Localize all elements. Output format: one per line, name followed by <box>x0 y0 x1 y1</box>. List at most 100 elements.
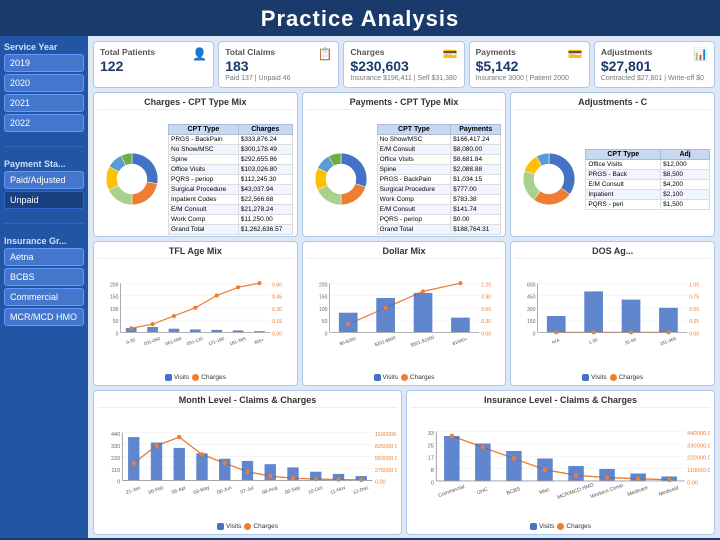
svg-text:33: 33 <box>428 431 434 437</box>
svg-text:Medicare: Medicare <box>627 485 649 498</box>
chart-title-2: Adjustments - C <box>515 97 710 110</box>
sidebar-year-2021[interactable]: 2021 <box>4 94 84 112</box>
svg-text:150: 150 <box>110 295 119 301</box>
svg-text:181-365: 181-365 <box>659 336 677 347</box>
chart-bar-0: TFL Age Mix 0-30031-060061-090091-120121… <box>93 241 298 386</box>
svg-text:12-Dec: 12-Dec <box>352 485 370 496</box>
svg-text:Commercial: Commercial <box>438 484 466 499</box>
svg-text:365+: 365+ <box>253 337 265 345</box>
svg-text:0: 0 <box>116 331 119 337</box>
svg-text:0.00: 0.00 <box>690 331 700 337</box>
legend-item: Visits <box>165 374 189 381</box>
donut-table-0: CPT TypeChargesPRGS - BackPain$333,876.2… <box>168 124 293 235</box>
svg-text:0: 0 <box>117 480 120 486</box>
sidebar-unpaid[interactable]: Unpaid <box>4 191 84 209</box>
chart-body-r2-2: N/A1-3031-60181-36501503004506000.000.25… <box>515 261 710 372</box>
svg-text:06-Apr: 06-Apr <box>171 485 187 496</box>
svg-text:50: 50 <box>321 319 327 325</box>
insurance-section: Insurance Gr... Aetna BCBS Commercial MC… <box>4 236 84 328</box>
kpi-value-4: $27,801 <box>601 58 708 74</box>
kpi-sub-4: Contracted $27,801 | Write-off $0 <box>601 75 708 82</box>
svg-text:0.30: 0.30 <box>272 307 282 313</box>
svg-text:UHC: UHC <box>476 487 489 497</box>
svg-text:Workers Comp: Workers Comp <box>590 483 624 500</box>
kpi-value-2: $230,603 <box>350 58 457 74</box>
svg-text:Misc: Misc <box>539 487 551 496</box>
svg-text:100: 100 <box>110 307 119 313</box>
sidebar: Service Year 2019 2020 2021 2022 Payment… <box>0 36 88 538</box>
kpi-value-1: 183 <box>225 58 332 74</box>
svg-text:0: 0 <box>431 480 434 486</box>
legend-item: Charges <box>401 374 435 381</box>
kpi-value-3: $5,142 <box>476 58 583 74</box>
svg-text:$201-$500: $201-$500 <box>374 335 397 347</box>
sidebar-ins-bcbs[interactable]: BCBS <box>4 268 84 286</box>
sidebar-year-2019[interactable]: 2019 <box>4 54 84 72</box>
kpi-value-0: 122 <box>100 58 207 74</box>
svg-text:0.00: 0.00 <box>481 331 491 337</box>
svg-text:825000.00: 825000.00 <box>375 444 397 450</box>
svg-text:0.00: 0.00 <box>687 480 698 486</box>
sidebar-year-2020[interactable]: 2020 <box>4 74 84 92</box>
legend-item: Charges <box>610 374 644 381</box>
donut-svg-2 <box>515 145 585 215</box>
svg-text:31-60: 31-60 <box>624 337 637 346</box>
chart-donut-2: Adjustments - C CPT TypeAdjOffice Visits… <box>510 92 715 237</box>
donut-table-2: CPT TypeAdjOffice Visits$12,000PRGS - Ba… <box>585 149 710 210</box>
charts-row-1: Charges - CPT Type Mix CPT TypeChargesPR… <box>93 92 715 237</box>
chart-body-2: CPT TypeAdjOffice Visits$12,000PRGS - Ba… <box>515 112 710 237</box>
sidebar-year-2022[interactable]: 2022 <box>4 114 84 132</box>
svg-text:0: 0 <box>533 331 536 337</box>
svg-text:220: 220 <box>111 456 120 462</box>
svg-text:06-Feb: 06-Feb <box>148 485 165 496</box>
kpi-sub-1: Paid 137 | Unpaid 46 <box>225 75 332 82</box>
chart-title-r2-2: DOS Ag... <box>515 246 710 259</box>
chart-body-r3-1: CommercialUHCBCBSMiscMCR/MCD HMOWorkers … <box>411 410 710 522</box>
kpi-title-0: Total Patients 👤 <box>100 47 207 57</box>
sidebar-ins-commercial[interactable]: Commercial <box>4 288 84 306</box>
svg-text:275000.00: 275000.00 <box>375 468 397 474</box>
svg-text:08-Aug: 08-Aug <box>261 485 278 496</box>
kpi-card-3: Payments 💳 $5,142 Insurance 3000 | Patie… <box>469 41 590 88</box>
svg-text:25: 25 <box>428 443 434 449</box>
kpi-title-1: Total Claims 📋 <box>225 47 332 57</box>
donut-svg-0 <box>98 145 168 215</box>
svg-text:600: 600 <box>527 282 536 288</box>
svg-text:150: 150 <box>527 319 536 325</box>
kpi-sub-3: Insurance 3000 | Patient 2000 <box>476 75 583 82</box>
sidebar-paid-adjusted[interactable]: Paid/Adjusted <box>4 171 84 189</box>
legend-item: Charges <box>557 523 591 530</box>
svg-text:1.00: 1.00 <box>690 282 700 288</box>
chart-body-r3-0: 21-Jan06-Feb06-Apr03-May06-Jun07-Jul08-A… <box>98 410 397 522</box>
insurance-label: Insurance Gr... <box>4 236 84 246</box>
svg-text:0.30: 0.30 <box>481 319 491 325</box>
svg-text:0.75: 0.75 <box>690 295 700 301</box>
chart-bar-2: DOS Ag... N/A1-3031-60181-36501503004506… <box>510 241 715 386</box>
sidebar-divider-1 <box>4 146 84 147</box>
svg-text:0.60: 0.60 <box>481 307 491 313</box>
svg-text:10-Oct: 10-Oct <box>307 485 324 496</box>
svg-text:03-May: 03-May <box>193 485 211 496</box>
chart-line-1: Insurance Level - Claims & Charges Comme… <box>406 390 715 535</box>
kpi-card-4: Adjustments 📊 $27,801 Contracted $27,801… <box>594 41 715 88</box>
svg-text:200: 200 <box>110 282 119 288</box>
service-year-section: Service Year 2019 2020 2021 2022 <box>4 42 84 134</box>
sidebar-ins-mcr[interactable]: MCR/MCD HMO <box>4 308 84 326</box>
svg-text:$1000+: $1000+ <box>451 336 468 346</box>
kpi-row: Total Patients 👤 122 Total Claims 📋 183 … <box>88 36 720 92</box>
kpi-title-4: Adjustments 📊 <box>601 47 708 57</box>
svg-text:0-30: 0-30 <box>126 337 137 345</box>
kpi-card-0: Total Patients 👤 122 <box>93 41 214 88</box>
donut-table-1: CPT TypePaymentsNo Show/MSC$166,417.24E/… <box>377 124 502 235</box>
svg-text:300: 300 <box>527 307 536 313</box>
chart-body-r2-1: $0-$200$201-$500$501-$1000$1000+05010015… <box>307 261 502 372</box>
sidebar-ins-aetna[interactable]: Aetna <box>4 248 84 266</box>
svg-text:0.00: 0.00 <box>375 480 386 486</box>
legend-item: Visits <box>217 523 241 530</box>
chart-body-r2-0: 0-30031-060061-090091-120121-180181-3653… <box>98 261 293 372</box>
payment-status-section: Payment Sta... Paid/Adjusted Unpaid <box>4 159 84 211</box>
chart-title-r3-0: Month Level - Claims & Charges <box>98 395 397 408</box>
svg-text:100: 100 <box>319 307 328 313</box>
legend-item: Visits <box>582 374 606 381</box>
chart-body-1: CPT TypePaymentsNo Show/MSC$166,417.24E/… <box>307 112 502 237</box>
